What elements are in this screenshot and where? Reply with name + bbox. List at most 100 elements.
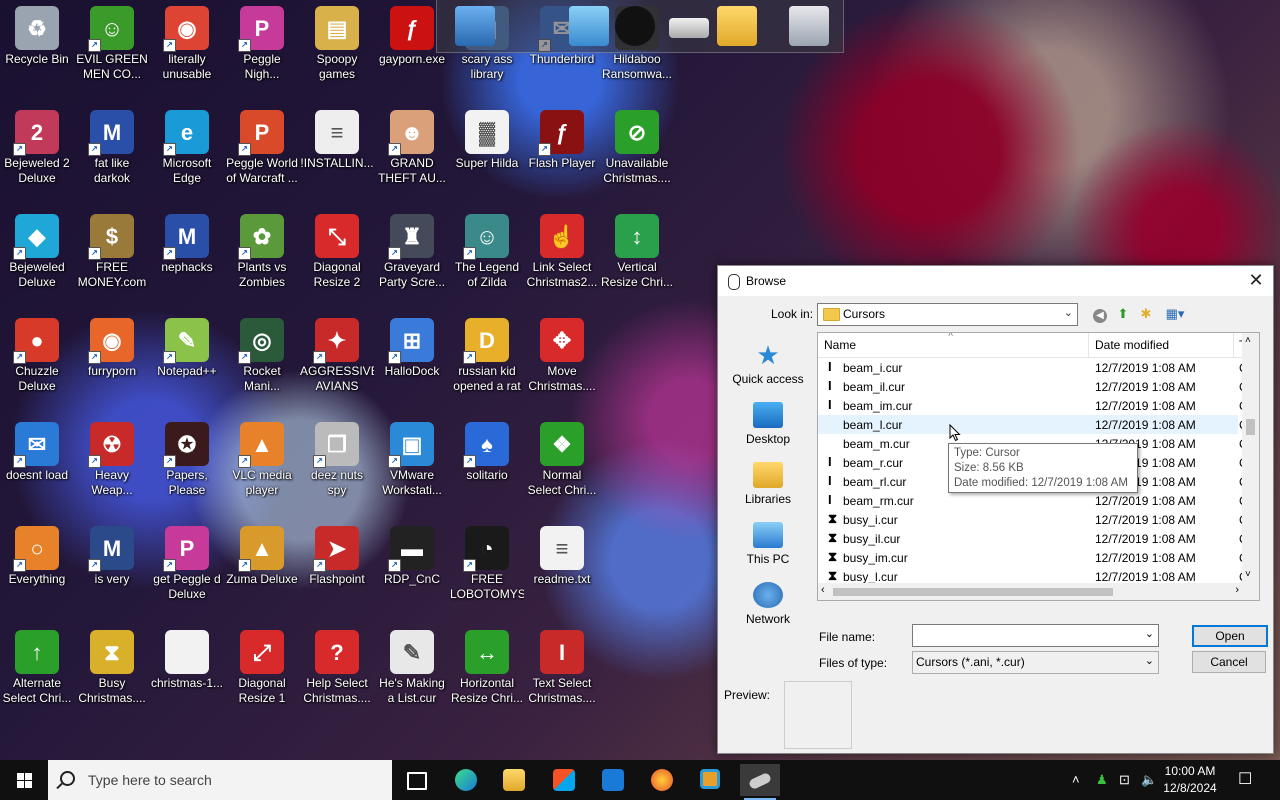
desktop-icon[interactable]: ◉ ↗ literally unusable <box>150 2 224 102</box>
desktop-icon[interactable]: ? Help Select Christmas.... <box>300 626 374 726</box>
new-folder-button[interactable]: ✱ <box>1137 305 1155 323</box>
desktop-icon[interactable]: ⧗ Busy Christmas.... <box>75 626 149 726</box>
desktop-icon[interactable]: ▣ ↗ VMware Workstati... <box>375 418 449 518</box>
file-row[interactable]: beam_l.cur12/7/2019 1:08 AMCu <box>818 415 1254 434</box>
desktop-icon[interactable]: ↑ Alternate Select Chri... <box>0 626 74 726</box>
desktop-icon[interactable]: ƒ ↗ Flash Player <box>525 106 599 206</box>
scroll-left-icon[interactable]: ‹ <box>821 584 825 596</box>
desktop-icon[interactable]: ☻ ↗ GRAND THEFT AU... <box>375 106 449 206</box>
place-network[interactable]: Network <box>726 582 810 626</box>
desktop-icon[interactable]: M ↗ is very <box>75 522 149 622</box>
taskbar-active-app[interactable] <box>740 764 780 800</box>
desktop-icon[interactable]: P ↗ Peggle World of Warcraft ... <box>225 106 299 206</box>
file-row[interactable]: ⧗busy_im.cur12/7/2019 1:08 AMCu <box>818 548 1254 567</box>
desktop-icon[interactable]: ☺ ↗ EVIL GREEN MEN CO... <box>75 2 149 102</box>
file-row[interactable]: ⧗busy_il.cur12/7/2019 1:08 AMCu <box>818 529 1254 548</box>
horizontal-scrollbar[interactable]: ‹ › <box>818 583 1242 600</box>
desktop-icon[interactable]: ✪ ↗ Papers, Please <box>150 418 224 518</box>
desktop-icon[interactable]: ♠ ↗ solitario <box>450 418 524 518</box>
chevron-down-icon[interactable]: ⌄ <box>1145 627 1154 640</box>
desktop-icon[interactable]: P ↗ Peggle Nigh... <box>225 2 299 102</box>
place-this-pc[interactable]: This PC <box>726 522 810 566</box>
taskbar-file-explorer[interactable] <box>494 764 534 796</box>
desktop-icon[interactable]: ● ↗ Chuzzle Deluxe <box>0 314 74 414</box>
scroll-up-icon[interactable]: ˄ <box>1245 335 1251 346</box>
up-folder-button[interactable]: ⬆ <box>1114 305 1132 323</box>
folder-icon[interactable] <box>717 6 757 46</box>
desktop-icon[interactable]: P ↗ get Peggle d Deluxe <box>150 522 224 622</box>
taskbar-vmware[interactable] <box>691 764 731 796</box>
desktop-icon[interactable]: ▬ ↗ RDP_CnC <box>375 522 449 622</box>
taskbar-firefox[interactable] <box>642 764 682 796</box>
drive-icon[interactable] <box>669 18 709 38</box>
desktop-icon[interactable]: ◉ ↗ furryporn <box>75 314 149 414</box>
file-row[interactable]: Ibeam_im.cur12/7/2019 1:08 AMCu <box>818 396 1254 415</box>
desktop-icon[interactable]: ✎ He's Making a List.cur <box>375 626 449 726</box>
desktop-icon[interactable]: ↔ Horizontal Resize Chri... <box>450 626 524 726</box>
desktop-icon[interactable]: ↕ Vertical Resize Chri... <box>600 210 674 310</box>
control-panel-icon[interactable] <box>569 6 609 46</box>
taskbar-mail[interactable] <box>593 764 633 796</box>
desktop-icon[interactable]: M ↗ nephacks <box>150 210 224 310</box>
column-name[interactable]: Name <box>824 338 856 352</box>
desktop-icon[interactable]: ≡ readme.txt <box>525 522 599 622</box>
desktop-icon[interactable]: ◔ ↗ FREE LOBOTOMYS <box>450 522 524 622</box>
desktop-icon[interactable]: ⊞ ↗ HalloDock <box>375 314 449 414</box>
desktop-icon[interactable]: ♜ ↗ Graveyard Party Scre... <box>375 210 449 310</box>
desktop-icon[interactable]: ▲ ↗ Zuma Deluxe <box>225 522 299 622</box>
place-quick-access[interactable]: ★ Quick access <box>726 342 810 386</box>
desktop-icon[interactable]: ⤡Diagonal Resize 2 Ch... <box>300 210 374 310</box>
desktop-icon[interactable]: ❖ Normal Select Chri... <box>525 418 599 518</box>
start-button[interactable] <box>0 760 48 800</box>
desktop-icon[interactable]: ⊘ Unavailable Christmas.... <box>600 106 674 206</box>
desktop-icon[interactable]: ❐ ↗ deez nuts spy <box>300 418 374 518</box>
file-name-input[interactable]: ⌄ <box>912 624 1159 647</box>
vertical-scrollbar[interactable]: ˄ ˅ <box>1242 333 1259 600</box>
desktop-icon[interactable]: ✦ ↗ AGGRESSIVE AVIANS <box>300 314 374 414</box>
volume-icon[interactable]: 🔈 <box>1141 772 1157 788</box>
desktop-icon[interactable]: ◎ ↗ Rocket Mani... <box>225 314 299 414</box>
column-date-modified[interactable]: Date modified <box>1095 338 1169 352</box>
desktop-icon[interactable]: ▤ Spoopy games <box>300 2 374 102</box>
desktop-icon[interactable]: ✉ ↗ doesnt load <box>0 418 74 518</box>
task-view-button[interactable] <box>396 764 436 796</box>
desktop-icon[interactable]: christmas-1... <box>150 626 224 726</box>
scroll-right-icon[interactable]: › <box>1235 584 1239 596</box>
file-row[interactable]: ⧗busy_i.cur12/7/2019 1:08 AMCu <box>818 510 1254 529</box>
desktop-icon[interactable]: e ↗ Microsoft Edge <box>150 106 224 206</box>
desktop-icon[interactable]: ◆ ↗ Bejeweled Deluxe <box>0 210 74 310</box>
desktop-icon[interactable]: ✎ ↗ Notepad++ <box>150 314 224 414</box>
desktop-icon[interactable]: ▓ Super Hilda <box>450 106 524 206</box>
taskbar-clock[interactable]: 10:00 AM 12/8/2024 <box>1160 763 1220 797</box>
view-menu-button[interactable]: ▦▾ <box>1162 305 1188 323</box>
network-status-icon[interactable]: ⊡ <box>1119 772 1130 788</box>
desktop-icon[interactable]: ☢ ↗ Heavy Weap... <box>75 418 149 518</box>
cancel-button[interactable]: Cancel <box>1192 651 1266 673</box>
open-button[interactable]: Open <box>1192 625 1268 647</box>
file-type-select[interactable]: Cursors (*.ani, *.cur) ⌄ <box>912 651 1159 674</box>
close-button[interactable]: ✕ <box>1239 266 1273 296</box>
desktop-icon[interactable]: ⤢Diagonal Resize 1 Ch... <box>225 626 299 726</box>
desktop-icon[interactable]: $ ↗ FREE MONEY.com <box>75 210 149 310</box>
desktop-icon[interactable]: D ↗ russian kid opened a rat <box>450 314 524 414</box>
file-row[interactable]: Ibeam_i.cur12/7/2019 1:08 AMCu <box>818 358 1254 377</box>
recycle-bin-icon[interactable] <box>789 6 829 46</box>
desktop-icon[interactable]: ♻ Recycle Bin <box>0 2 74 102</box>
desktop-icon[interactable]: ☝ Link Select Christmas2... <box>525 210 599 310</box>
file-row[interactable]: Ibeam_il.cur12/7/2019 1:08 AMCu <box>818 377 1254 396</box>
desktop-icon[interactable]: ▲ ↗ VLC media player <box>225 418 299 518</box>
desktop-icon[interactable]: M ↗ fat like darkok <box>75 106 149 206</box>
desktop-icon[interactable]: ☺ ↗ The Legend of Zilda <box>450 210 524 310</box>
taskbar-edge[interactable] <box>446 764 486 796</box>
notifications-icon[interactable]: ☐ <box>1238 769 1252 789</box>
people-icon[interactable]: ♟ <box>1096 772 1108 788</box>
taskbar-store[interactable] <box>544 764 584 796</box>
scroll-thumb[interactable] <box>1246 419 1255 435</box>
desktop-icon[interactable]: ✿ ↗ Plants vs Zombies <box>225 210 299 310</box>
network-computers-icon[interactable] <box>455 6 495 46</box>
desktop-icon[interactable]: ≡ !INSTALLIN... <box>300 106 374 206</box>
look-in-dropdown[interactable]: Cursors ⌄ <box>817 303 1078 326</box>
file-row[interactable]: Ibeam_rm.cur12/7/2019 1:08 AMCu <box>818 491 1254 510</box>
scroll-down-icon[interactable]: ˅ <box>1245 569 1251 580</box>
place-libraries[interactable]: Libraries <box>726 462 810 506</box>
